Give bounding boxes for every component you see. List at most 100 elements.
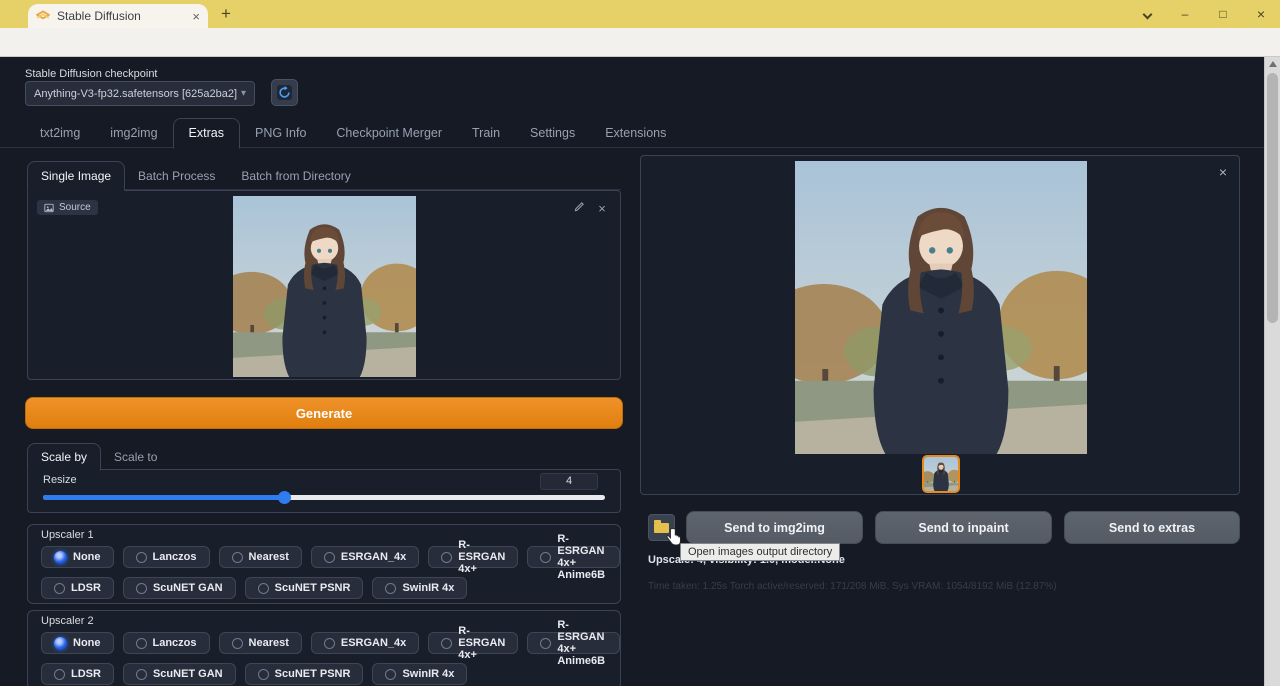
radio-label: Nearest	[249, 637, 289, 649]
radio-label: ScuNET GAN	[153, 582, 223, 594]
radio-icon	[441, 552, 452, 563]
radio-label: None	[73, 551, 101, 563]
radio-icon	[232, 638, 243, 649]
window-maximize-button[interactable]: □	[1214, 6, 1232, 22]
upscaler1-row1: None Lanczos Nearest ESRGAN_4x R-ESRGAN …	[41, 546, 620, 568]
generate-button[interactable]: Generate	[25, 397, 623, 429]
window-chevron-button[interactable]	[1138, 6, 1156, 22]
upscaler2-label: Upscaler 2	[41, 615, 94, 627]
radio-esrgan-4x[interactable]: ESRGAN_4x	[311, 632, 419, 654]
gallery-close-icon[interactable]: ×	[1219, 164, 1227, 180]
source-chip: Source	[37, 200, 98, 215]
tab-close-icon[interactable]: ×	[192, 10, 200, 23]
new-tab-button[interactable]: +	[216, 4, 236, 24]
browser-tabstrip: Stable Diffusion × + – □ ×	[0, 0, 1280, 28]
radio-label: LDSR	[71, 668, 101, 680]
subtab-batch-process[interactable]: Batch Process	[125, 162, 228, 190]
scrollbar-up-icon[interactable]	[1269, 61, 1277, 67]
source-chip-label: Source	[59, 202, 91, 213]
resize-label: Resize	[43, 474, 77, 486]
tab-scale-to[interactable]: Scale to	[101, 444, 170, 470]
tab-checkpoint-merger[interactable]: Checkpoint Merger	[321, 119, 457, 148]
scale-tab-bar: Scale by Scale to	[27, 443, 170, 470]
radio-label: ScuNET GAN	[153, 668, 223, 680]
browser-toolbar: ← → i 127.0.0.1:7860 ★ G ⋮	[0, 28, 1280, 57]
clear-image-icon[interactable]: ×	[594, 201, 610, 216]
radio-label: Nearest	[249, 551, 289, 563]
upscaler2-row2: LDSR ScuNET GAN ScuNET PSNR SwinIR 4x	[41, 663, 467, 685]
radio-selected-icon	[54, 637, 67, 650]
radio-icon	[324, 638, 335, 649]
resize-slider[interactable]	[43, 495, 605, 500]
radio-r-esrgan-4x[interactable]: R-ESRGAN 4x+	[428, 632, 518, 654]
tooltip: Open images output directory	[680, 543, 840, 561]
slider-handle[interactable]	[278, 491, 291, 504]
footer-stats-text: Time taken: 1.25s Torch active/reserved:…	[648, 581, 1057, 592]
upscaler1-panel: Upscaler 1 None Lanczos Nearest ESRGAN_4…	[27, 524, 621, 604]
radio-ldsr[interactable]: LDSR	[41, 577, 114, 599]
radio-icon	[54, 583, 65, 594]
radio-label: R-ESRGAN 4x+ Anime6B	[557, 533, 607, 581]
radio-r-esrgan-anime6b[interactable]: R-ESRGAN 4x+ Anime6B	[527, 546, 620, 568]
radio-r-esrgan-anime6b[interactable]: R-ESRGAN 4x+ Anime6B	[527, 632, 620, 654]
subtab-batch-from-directory[interactable]: Batch from Directory	[228, 162, 363, 190]
tab-settings[interactable]: Settings	[515, 119, 590, 148]
send-to-extras-button[interactable]: Send to extras	[1064, 511, 1240, 544]
radio-label: R-ESRGAN 4x+ Anime6B	[557, 619, 607, 667]
edit-image-icon[interactable]	[574, 201, 590, 212]
tab-scale-by[interactable]: Scale by	[27, 443, 101, 471]
radio-ldsr[interactable]: LDSR	[41, 663, 114, 685]
subtab-single-image[interactable]: Single Image	[27, 161, 125, 191]
radio-label: ScuNET PSNR	[275, 668, 351, 680]
mouse-cursor-icon	[664, 527, 684, 547]
radio-label: ESRGAN_4x	[341, 637, 406, 649]
gallery-thumbnail[interactable]	[922, 455, 960, 493]
radio-lanczos[interactable]: Lanczos	[123, 546, 210, 568]
radio-r-esrgan-4x[interactable]: R-ESRGAN 4x+	[428, 546, 518, 568]
radio-icon	[136, 669, 147, 680]
radio-selected-icon	[54, 551, 67, 564]
source-image[interactable]	[233, 196, 416, 377]
tab-train[interactable]: Train	[457, 119, 515, 148]
radio-none[interactable]: None	[41, 546, 114, 568]
resize-value-input[interactable]: 4	[540, 473, 598, 490]
radio-nearest[interactable]: Nearest	[219, 546, 302, 568]
result-image[interactable]	[795, 161, 1087, 454]
radio-swinir-4x[interactable]: SwinIR 4x	[372, 663, 467, 685]
send-to-img2img-button[interactable]: Send to img2img	[686, 511, 863, 544]
page-scrollbar[interactable]	[1264, 57, 1280, 686]
radio-nearest[interactable]: Nearest	[219, 632, 302, 654]
window-close-button[interactable]: ×	[1252, 6, 1270, 22]
radio-lanczos[interactable]: Lanczos	[123, 632, 210, 654]
radio-esrgan-4x[interactable]: ESRGAN_4x	[311, 546, 419, 568]
webui-page: Stable Diffusion checkpoint Anything-V3-…	[0, 57, 1264, 686]
upscaler2-row1: None Lanczos Nearest ESRGAN_4x R-ESRGAN …	[41, 632, 620, 654]
radio-scunet-gan[interactable]: ScuNET GAN	[123, 663, 236, 685]
radio-swinir-4x[interactable]: SwinIR 4x	[372, 577, 467, 599]
upscaler1-row2: LDSR ScuNET GAN ScuNET PSNR SwinIR 4x	[41, 577, 467, 599]
radio-label: LDSR	[71, 582, 101, 594]
tab-img2img[interactable]: img2img	[95, 119, 172, 148]
refresh-checkpoints-button[interactable]	[271, 79, 298, 106]
browser-tab-title: Stable Diffusion	[57, 9, 185, 23]
send-to-inpaint-button[interactable]: Send to inpaint	[875, 511, 1052, 544]
radio-none[interactable]: None	[41, 632, 114, 654]
tab-png-info[interactable]: PNG Info	[240, 119, 321, 148]
extras-subtab-bar: Single Image Batch Process Batch from Di…	[27, 160, 364, 190]
scrollbar-thumb[interactable]	[1267, 73, 1278, 323]
radio-scunet-psnr[interactable]: ScuNET PSNR	[245, 663, 364, 685]
source-image-dropzone[interactable]: Source ×	[27, 190, 621, 380]
radio-scunet-gan[interactable]: ScuNET GAN	[123, 577, 236, 599]
browser-tab[interactable]: Stable Diffusion ×	[28, 4, 208, 28]
radio-scunet-psnr[interactable]: ScuNET PSNR	[245, 577, 364, 599]
radio-icon	[232, 552, 243, 563]
slider-fill	[43, 495, 285, 500]
tab-extensions[interactable]: Extensions	[590, 119, 681, 148]
radio-label: Lanczos	[153, 551, 197, 563]
result-gallery-panel: ×	[640, 155, 1240, 495]
checkpoint-dropdown[interactable]: Anything-V3-fp32.safetensors [625a2ba2] …	[25, 81, 255, 106]
tab-txt2img[interactable]: txt2img	[25, 119, 95, 148]
window-minimize-button[interactable]: –	[1176, 6, 1194, 22]
screen: Stable Diffusion × + – □ × ← → i 127.0.0…	[0, 0, 1280, 686]
tab-extras[interactable]: Extras	[173, 118, 240, 149]
